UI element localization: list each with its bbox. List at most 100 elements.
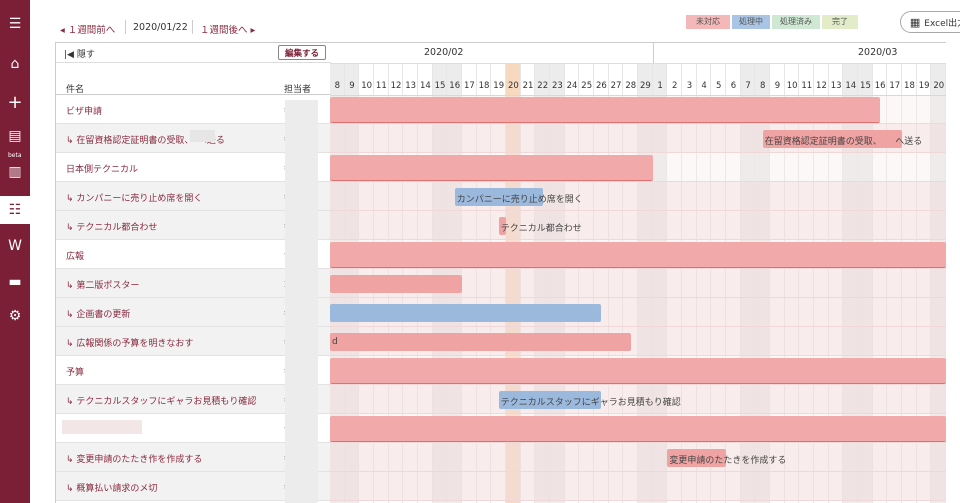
day-label: 20 [933, 81, 945, 91]
hide-panel-button[interactable]: |◀ 隠す [64, 47, 95, 60]
settings-nav-button[interactable]: ⚙ [0, 302, 30, 330]
name-redaction [62, 420, 142, 434]
gantt-bar[interactable] [330, 416, 946, 442]
next-week-link[interactable]: １週間後へ ▸ [200, 22, 255, 36]
task-name-link[interactable]: ↳ カンパニーに売り止め席を開く [66, 191, 202, 204]
day-label: 17 [889, 81, 901, 91]
day-label: 15 [860, 81, 871, 91]
collapse-arrow-icon: |◀ [64, 50, 77, 60]
excel-export-label: Excel出力 [924, 18, 960, 29]
kanban-icon: ▥ [8, 164, 22, 180]
name-redaction [190, 130, 215, 142]
prev-week-link[interactable]: ◂ １週間前へ [60, 22, 115, 36]
gantt-bar[interactable] [330, 275, 463, 293]
day-label: 6 [730, 81, 737, 91]
task-name-link[interactable]: 日本側テクニカル [66, 162, 138, 175]
column-owner-header: 担当者 [284, 85, 312, 95]
day-label: 12 [390, 81, 402, 91]
excel-export-button[interactable]: ▦ Excel出力 [900, 11, 960, 33]
task-name-link[interactable]: ↳ 企画書の更新 [66, 307, 130, 320]
nav-separator [125, 20, 126, 34]
gantt-row-band [330, 472, 946, 501]
day-label: 10 [786, 81, 798, 91]
panel-toolbar: |◀ 隠す 編集する [56, 43, 331, 63]
gantt-bar[interactable] [330, 155, 653, 181]
gantt-chart: 2020/02 2020/03 8 9 10 11 12 13 14 15 16 17 18 19 20 2… [330, 42, 946, 503]
gantt-bar[interactable] [330, 304, 602, 322]
legend-item: 処理済み [772, 15, 820, 29]
menu-nav-button[interactable]: ☰ [0, 10, 30, 38]
day-label: 24 [566, 81, 578, 91]
gantt-nav-button[interactable]: ☷ [0, 196, 30, 224]
day-label: 21 [522, 81, 534, 91]
gantt-bar[interactable] [330, 358, 946, 384]
day-label: 5 [716, 81, 722, 91]
settings-icon: ⚙ [8, 308, 22, 324]
day-label: 10 [361, 81, 373, 91]
task-name-link[interactable]: ↳ 広報関係の予算を明きなおす [66, 336, 193, 349]
task-name-link[interactable]: ↳ 変更申請のたたき作を作成する [66, 452, 202, 465]
column-header: 件名 担当者 [56, 63, 331, 95]
day-label: 14 [845, 81, 857, 91]
gantt-bar-label: 変更申請のたたきを作成する [669, 456, 787, 466]
sidebar: ☰ ⌂ + ▤ ▥ beta ☷ W ▬ ⚙ [0, 0, 30, 503]
gantt-bar[interactable] [330, 333, 631, 351]
column-name-header: 件名 [66, 85, 85, 95]
gantt-row-band [330, 443, 946, 472]
day-label: 19 [493, 81, 505, 91]
wiki-nav-button[interactable]: W [0, 232, 30, 260]
month-label: 2020/02 [424, 47, 464, 58]
task-name-link[interactable]: 広報 [66, 249, 84, 262]
task-name-link[interactable]: ↳ 概算払い請求のメ切 [66, 481, 157, 494]
task-name-link[interactable]: ↳ テクニカルスタッフにギャラお見積もり確認 [66, 394, 256, 407]
day-label: 25 [581, 81, 593, 91]
kanban-nav-button[interactable]: ▥ beta [0, 152, 30, 186]
gantt-row-band [330, 211, 946, 240]
day-label: 13 [830, 81, 842, 91]
day-label: 3 [686, 81, 693, 91]
book-nav-button[interactable]: ▬ [0, 268, 30, 296]
home-nav-button[interactable]: ⌂ [0, 50, 30, 78]
day-label: 8 [760, 81, 766, 91]
gantt-row-band [330, 182, 946, 211]
gantt-bar[interactable] [330, 97, 881, 123]
day-label: 15 [434, 81, 446, 91]
day-label: 14 [419, 81, 431, 91]
gantt-bar-label: d [332, 337, 338, 347]
spreadsheet-icon: ▦ [909, 15, 921, 29]
day-label: 13 [405, 81, 417, 91]
book-icon: ▬ [8, 274, 22, 290]
wiki-icon: W [8, 238, 22, 254]
edit-button[interactable]: 編集する [278, 45, 326, 60]
month-label: 2020/03 [858, 47, 898, 58]
day-label: 18 [904, 81, 915, 91]
day-label: 4 [701, 81, 707, 91]
day-label: 9 [349, 81, 355, 91]
task-name-link[interactable]: 予算 [66, 365, 84, 378]
legend-item: 未対応 [686, 15, 730, 29]
gantt-icon: ☷ [8, 202, 22, 218]
month-divider [330, 63, 946, 64]
home-icon: ⌂ [10, 56, 20, 72]
day-label: 22 [537, 81, 549, 91]
topbar: ◂ １週間前へ 2020/01/22 １週間後へ ▸ 未対応 処理中 処理済み 完了 … [30, 0, 960, 42]
day-label: 20 [507, 81, 519, 91]
gantt-bar[interactable] [330, 242, 946, 268]
day-label: 1 [657, 81, 663, 91]
day-label: 11 [801, 81, 813, 91]
nav-separator [192, 20, 193, 34]
current-date: 2020/01/22 [133, 22, 188, 33]
owner-redaction [285, 100, 318, 503]
add-nav-button[interactable]: + [0, 88, 30, 116]
day-label: 17 [463, 81, 475, 91]
list-nav-button[interactable]: ▤ [0, 122, 30, 150]
list-icon: ▤ [8, 128, 22, 144]
task-name-link[interactable]: ↳ 第二版ポスター [66, 278, 139, 291]
day-label: 29 [639, 81, 651, 91]
gantt-bar-label: テクニカル都合わせ [500, 224, 582, 234]
task-name-link[interactable]: ↳ テクニカル都合わせ [66, 220, 157, 233]
legend-item: 完了 [822, 15, 858, 29]
task-name-link[interactable]: ビザ申請 [66, 104, 102, 117]
day-label: 8 [334, 81, 341, 91]
day-label: 19 [918, 81, 930, 91]
